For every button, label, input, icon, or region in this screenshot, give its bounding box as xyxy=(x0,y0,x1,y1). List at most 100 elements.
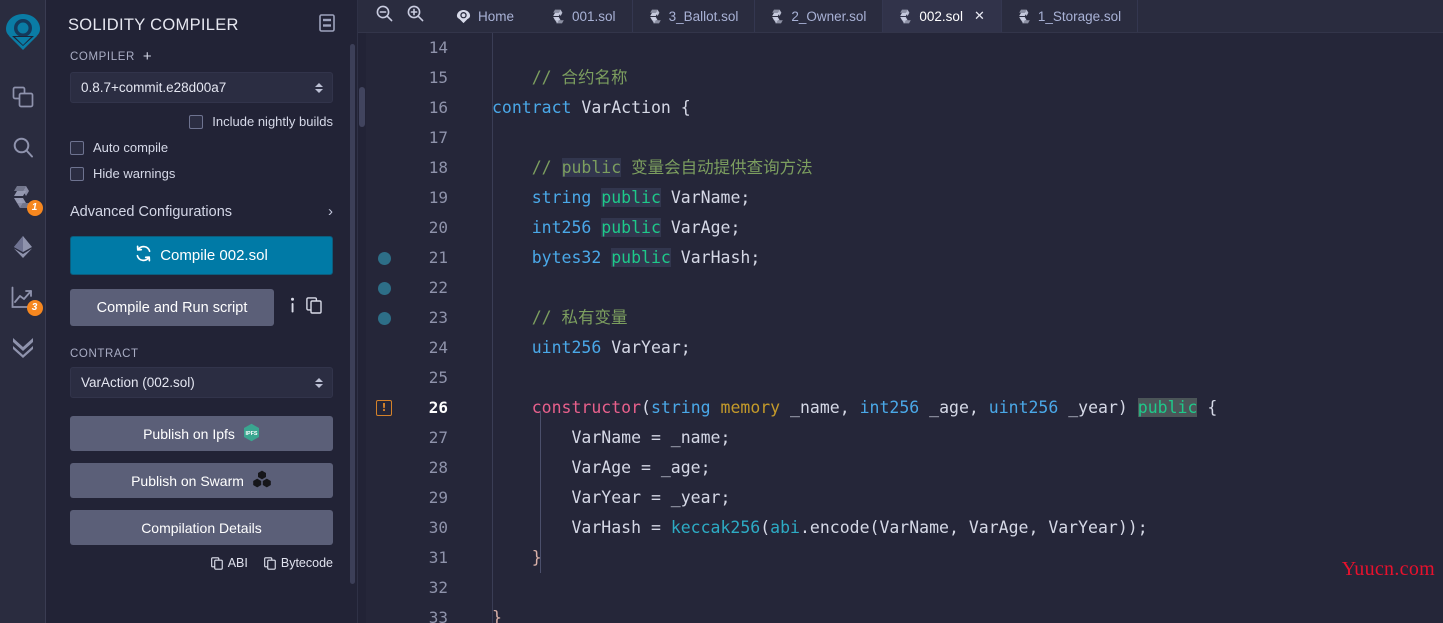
code-line[interactable]: // 合约名称 xyxy=(492,63,1443,93)
glyph-line-20[interactable] xyxy=(366,213,410,243)
tab-001-sol[interactable]: 001.sol xyxy=(536,0,633,32)
publish-on-ipfs-button[interactable]: Publish on Ipfs IPFS xyxy=(70,416,333,451)
code-line[interactable]: VarName = _name; xyxy=(492,423,1443,453)
code-line[interactable]: constructor(string memory _name, int256 … xyxy=(492,393,1443,423)
code-line[interactable]: } xyxy=(492,603,1443,623)
compiler-version-select[interactable]: 0.8.7+commit.e28d00a7 xyxy=(70,72,333,103)
glyph-line-29[interactable] xyxy=(366,483,410,513)
line-number: 14 xyxy=(428,38,448,57)
add-compiler-icon[interactable]: + xyxy=(143,49,152,64)
glyph-line-15[interactable] xyxy=(366,63,410,93)
zoom-out-icon[interactable] xyxy=(376,5,393,27)
code-line[interactable]: string public VarName; xyxy=(492,183,1443,213)
line-number: 31 xyxy=(428,548,448,567)
code-line[interactable]: VarAge = _age; xyxy=(492,453,1443,483)
code-line[interactable] xyxy=(492,573,1443,603)
compile-button[interactable]: Compile 002.sol xyxy=(70,236,333,275)
code-line[interactable]: VarYear = _year; xyxy=(492,483,1443,513)
code-editor[interactable]: ! 14 15 16 17 18 19 20 21 22 23 24 25 26 27 28 29 30 31 32… xyxy=(358,33,1443,623)
glyph-line-17[interactable] xyxy=(366,123,410,153)
code-line[interactable]: // 私有变量 xyxy=(492,303,1443,333)
tab-002-sol[interactable]: 002.sol ✕ xyxy=(883,0,1002,32)
glyph-line-33[interactable] xyxy=(366,603,410,623)
glyph-line-14[interactable] xyxy=(366,33,410,63)
compile-and-run-script-button[interactable]: Compile and Run script xyxy=(70,289,274,326)
code-token: ( xyxy=(760,518,771,537)
glyph-line-18[interactable] xyxy=(366,153,410,183)
editor-left-scrollbar[interactable] xyxy=(358,33,366,623)
code-line[interactable] xyxy=(492,123,1443,153)
line-number: 27 xyxy=(428,428,448,447)
compilation-details-label: Compilation Details xyxy=(141,519,262,536)
copy-bytecode-link[interactable]: Bytecode xyxy=(263,556,333,570)
search-icon[interactable] xyxy=(0,124,46,170)
panel-scrollbar[interactable] xyxy=(350,44,355,584)
code-line[interactable]: contract VarAction { xyxy=(492,93,1443,123)
publish-on-swarm-button[interactable]: Publish on Swarm xyxy=(70,463,333,498)
tab-3-ballot-sol[interactable]: 3_Ballot.sol xyxy=(633,0,756,32)
glyph-line-23[interactable] xyxy=(366,303,410,333)
zoom-in-icon[interactable] xyxy=(407,5,424,27)
code-line[interactable]: // public 变量会自动提供查询方法 xyxy=(492,153,1443,183)
code-line[interactable]: uint256 VarYear; xyxy=(492,333,1443,363)
tab-1-storage-sol[interactable]: 1_Storage.sol xyxy=(1002,0,1139,32)
breakpoint-icon[interactable] xyxy=(378,282,391,295)
warning-icon[interactable]: ! xyxy=(376,400,392,416)
glyph-line-27[interactable] xyxy=(366,423,410,453)
code-line[interactable] xyxy=(492,273,1443,303)
editor-code-lines[interactable]: // 合约名称 contract VarAction { // public 变量… xyxy=(454,33,1443,623)
code-line[interactable] xyxy=(492,363,1443,393)
auto-compile-checkbox[interactable]: Auto compile xyxy=(70,140,333,155)
line-number: 24 xyxy=(428,338,448,357)
line-number: 22 xyxy=(428,278,448,297)
close-icon[interactable]: ✕ xyxy=(974,8,985,24)
tab-home[interactable]: Home xyxy=(440,0,536,32)
line-number: 18 xyxy=(428,158,448,177)
glyph-line-19[interactable] xyxy=(366,183,410,213)
glyph-line-21[interactable] xyxy=(366,243,410,273)
copy-abi-link[interactable]: ABI xyxy=(210,556,248,570)
glyph-line-28[interactable] xyxy=(366,453,410,483)
glyph-line-31[interactable] xyxy=(366,543,410,573)
scrollbar-thumb[interactable] xyxy=(359,87,365,127)
documentation-icon[interactable] xyxy=(319,14,335,37)
code-token: _age, xyxy=(919,398,989,417)
glyph-line-26[interactable]: ! xyxy=(366,393,410,423)
info-icon[interactable] xyxy=(290,297,295,319)
code-token: uint256 xyxy=(531,338,602,357)
hide-warnings-checkbox[interactable]: Hide warnings xyxy=(70,166,333,181)
glyph-line-32[interactable] xyxy=(366,573,410,603)
solidity-file-icon xyxy=(771,9,784,24)
include-nightly-builds-checkbox[interactable]: Include nightly builds xyxy=(70,114,333,129)
glyph-line-16[interactable] xyxy=(366,93,410,123)
glyph-line-30[interactable] xyxy=(366,513,410,543)
glyph-line-25[interactable] xyxy=(366,363,410,393)
copy-icon[interactable] xyxy=(306,296,322,319)
chevrons-down-icon[interactable] xyxy=(0,324,46,370)
solidity-compiler-icon[interactable]: 1 xyxy=(0,174,46,220)
compile-and-run-row: Compile and Run script xyxy=(70,289,333,326)
breakpoint-icon[interactable] xyxy=(378,312,391,325)
breakpoint-icon[interactable] xyxy=(378,252,391,265)
code-line[interactable]: bytes32 public VarHash; xyxy=(492,243,1443,273)
compilation-details-button[interactable]: Compilation Details xyxy=(70,510,333,545)
code-line[interactable] xyxy=(492,33,1443,63)
code-line[interactable]: } xyxy=(492,543,1443,573)
glyph-line-22[interactable] xyxy=(366,273,410,303)
advanced-configurations-label: Advanced Configurations xyxy=(70,203,233,220)
editor-glyph-margin[interactable]: ! xyxy=(366,33,410,623)
publish-button-stack: Publish on Ipfs IPFS Publish on Swarm Co… xyxy=(70,416,333,545)
tab-2-owner-sol[interactable]: 2_Owner.sol xyxy=(755,0,884,32)
line-number: 20 xyxy=(428,218,448,237)
line-number: 25 xyxy=(428,368,448,387)
remix-logo-icon[interactable] xyxy=(0,4,46,60)
advanced-configurations-toggle[interactable]: Advanced Configurations › xyxy=(70,203,333,220)
code-line[interactable]: int256 public VarAge; xyxy=(492,213,1443,243)
glyph-line-24[interactable] xyxy=(366,333,410,363)
contract-select[interactable]: VarAction (002.sol) xyxy=(70,367,333,398)
deploy-run-icon[interactable] xyxy=(0,224,46,270)
file-explorer-icon[interactable] xyxy=(0,74,46,120)
code-line[interactable]: VarHash = keccak256(abi.encode(VarName, … xyxy=(492,513,1443,543)
analysis-icon[interactable]: 3 xyxy=(0,274,46,320)
